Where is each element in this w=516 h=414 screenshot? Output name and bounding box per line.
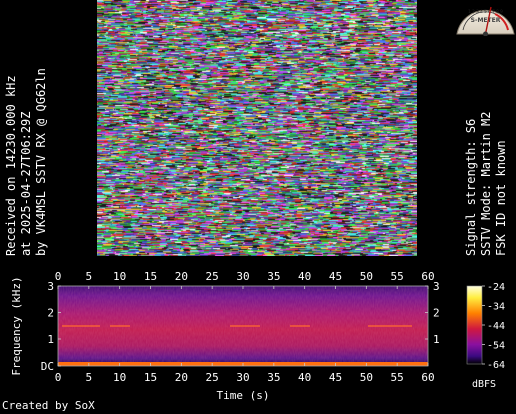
colorbar-tick-label: -24 (487, 282, 505, 293)
reception-info: Received on 14230.000 kHz at 2025-04-27T… (4, 68, 49, 256)
x-tick-label-bottom: 30 (236, 371, 249, 384)
colorbar-tick-label: -34 (487, 302, 505, 313)
received-frequency: Received on 14230.000 kHz (4, 75, 18, 256)
fsk-id: FSK ID not known (494, 140, 508, 256)
x-tick-label-bottom: 50 (360, 371, 373, 384)
sstv-mode: SSTV Mode: Martin M2 (479, 111, 493, 257)
x-tick-label-top: 55 (391, 270, 404, 283)
s-meter-label: S-METER (471, 17, 501, 24)
x-tick-label-bottom: 0 (55, 371, 62, 384)
colorbar-tick-label: -54 (487, 341, 505, 352)
x-tick-label-bottom: 10 (113, 371, 126, 384)
x-tick-label-top: 50 (360, 270, 373, 283)
y-tick-label-right: 3 (433, 280, 440, 293)
receiver-station: by VK4MSL SSTV RX @ QG62ln (34, 68, 48, 256)
x-tick-label-bottom: 55 (391, 371, 404, 384)
footer-credit: Created by SoX (2, 399, 95, 412)
x-tick-label-top: 15 (144, 270, 157, 283)
x-tick-label-top: 40 (298, 270, 311, 283)
y-tick-label-left: 1 (47, 333, 54, 346)
x-tick-label-bottom: 5 (86, 371, 93, 384)
y-axis-label: Frequency (kHz) (10, 276, 23, 375)
y-tick-label-left: 3 (47, 280, 54, 293)
y-tick-label-left: DC (41, 360, 54, 373)
x-tick-label-top: 5 (86, 270, 93, 283)
x-tick-label-bottom: 60 (421, 371, 434, 384)
sstv-decoded-image (97, 0, 417, 256)
x-tick-label-top: 20 (175, 270, 188, 283)
x-tick-label-top: 30 (236, 270, 249, 283)
y-tick-label-left: 2 (47, 307, 54, 320)
spectrogram-panel: 0 5 10 15 20 25 30 35 40 45 50 55 60 0 5 10 15 20 25 30 35 4… (10, 270, 505, 402)
signal-strength: Signal strength: S6 (464, 118, 478, 256)
colorbar-ticks: -24 -34 -44 -54 -64 (482, 282, 505, 371)
x-tick-label-bottom: 20 (175, 371, 188, 384)
x-axis-label: Time (s) (217, 389, 270, 402)
s-meter-gauge: 1 2 3 4 5 6 7 8 9 S-METER (456, 6, 515, 36)
x-tick-label-bottom: 15 (144, 371, 157, 384)
y-tick-label-right: 2 (433, 307, 440, 320)
s-meter-scale: 1 2 3 4 5 6 7 8 9 (468, 9, 503, 14)
x-tick-label-top: 10 (113, 270, 126, 283)
x-tick-label-bottom: 35 (267, 371, 280, 384)
x-tick-label-bottom: 45 (329, 371, 342, 384)
y-tick-label-right: 1 (433, 333, 440, 346)
x-tick-label-top: 45 (329, 270, 342, 283)
x-tick-label-top: 35 (267, 270, 280, 283)
colorbar-tick-label: -64 (487, 360, 505, 371)
received-timestamp: at 2025-04-27T06:29Z (19, 111, 33, 257)
colorbar-tick-label: -44 (487, 321, 505, 332)
x-tick-label-top: 0 (55, 270, 62, 283)
colorbar (466, 285, 483, 365)
signal-info: Signal strength: S6 SSTV Mode: Martin M2… (464, 112, 509, 257)
x-tick-label-top: 25 (206, 270, 219, 283)
x-tick-label-bottom: 25 (206, 371, 219, 384)
x-tick-label-bottom: 40 (298, 371, 311, 384)
colorbar-unit: dBFS (472, 379, 496, 390)
